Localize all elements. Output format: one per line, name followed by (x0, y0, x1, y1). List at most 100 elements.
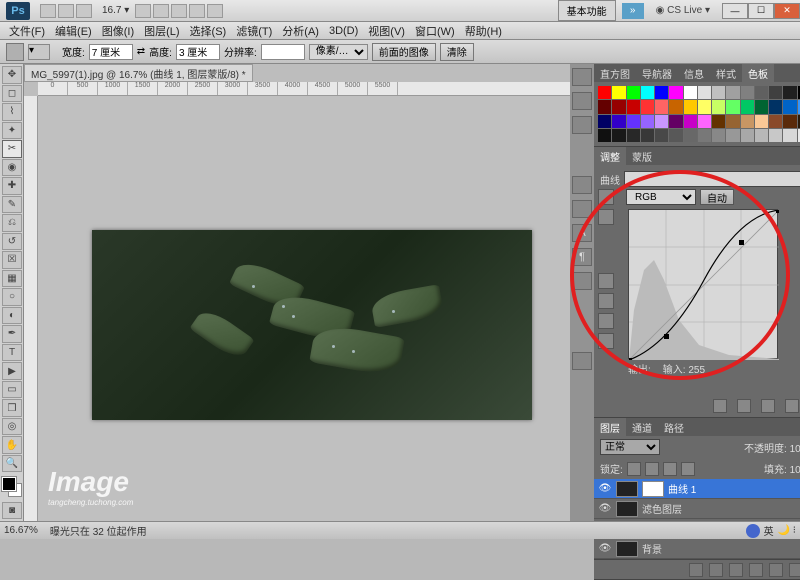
curves-targeted-adjust-icon[interactable] (598, 333, 614, 349)
blend-mode-select[interactable]: 正常 (600, 439, 660, 455)
swatch[interactable] (755, 115, 768, 128)
cslive-button[interactable]: ◉ CS Live ▾ (650, 3, 716, 18)
menu-layer[interactable]: 图层(L) (139, 23, 184, 39)
swatch[interactable] (712, 115, 725, 128)
swatch[interactable] (669, 100, 682, 113)
healing-brush-tool[interactable]: ✚ (2, 177, 22, 195)
swap-dims-icon[interactable]: ⇄ (137, 46, 145, 57)
tab-adjustments[interactable]: 调整 (594, 147, 626, 165)
screen-mode-icon[interactable] (207, 4, 223, 18)
swatch[interactable] (712, 129, 725, 142)
view-extras-icon[interactable] (76, 4, 92, 18)
swatch[interactable] (698, 115, 711, 128)
dock-icon-8[interactable] (572, 272, 592, 290)
dock-icon-1[interactable] (572, 68, 592, 86)
tab-swatches[interactable]: 色板 (742, 64, 774, 82)
width-input[interactable] (89, 44, 133, 60)
swatch[interactable] (684, 115, 697, 128)
menu-view[interactable]: 视图(V) (363, 23, 410, 39)
swatch[interactable] (741, 86, 754, 99)
dock-icon-5[interactable] (572, 200, 592, 218)
reset-icon[interactable] (785, 399, 799, 413)
layer-thumb[interactable] (616, 481, 638, 497)
clone-stamp-tool[interactable]: ⎌ (2, 214, 22, 232)
layer-mask-icon[interactable] (729, 563, 743, 577)
swatch[interactable] (669, 129, 682, 142)
swatch[interactable] (612, 86, 625, 99)
swatch[interactable] (726, 115, 739, 128)
new-group-icon[interactable] (769, 563, 783, 577)
eyedropper-tool[interactable]: ◉ (2, 159, 22, 177)
swatch[interactable] (641, 86, 654, 99)
swatch[interactable] (726, 129, 739, 142)
swatch[interactable] (726, 86, 739, 99)
menu-edit[interactable]: 编辑(E) (50, 23, 97, 39)
tab-info[interactable]: 信息 (678, 64, 710, 82)
menu-select[interactable]: 选择(S) (185, 23, 232, 39)
swatch[interactable] (612, 115, 625, 128)
swatch[interactable] (684, 86, 697, 99)
swatch[interactable] (783, 115, 796, 128)
tab-layers[interactable]: 图层 (594, 418, 626, 436)
tab-histogram[interactable]: 直方图 (594, 64, 636, 82)
layer-thumb[interactable] (616, 541, 638, 557)
workspace-switcher[interactable]: 基本功能 (558, 0, 616, 21)
curves-draw-mode-icon[interactable] (598, 209, 614, 225)
new-adjustment-icon[interactable] (749, 563, 763, 577)
brush-tool[interactable]: ✎ (2, 196, 22, 214)
toggle-visibility-icon[interactable] (737, 399, 751, 413)
curves-eyedropper-gray-icon[interactable] (598, 293, 614, 309)
swatch[interactable] (641, 115, 654, 128)
swatch[interactable] (741, 100, 754, 113)
minimize-button[interactable]: — (722, 3, 748, 19)
tab-channels[interactable]: 通道 (626, 418, 658, 436)
swatch[interactable] (641, 100, 654, 113)
curves-eyedropper-white-icon[interactable] (598, 313, 614, 329)
layer-thumb[interactable] (616, 501, 638, 517)
swatch[interactable] (641, 129, 654, 142)
tab-paths[interactable]: 路径 (658, 418, 690, 436)
move-tool[interactable]: ✥ (2, 66, 22, 84)
swatch[interactable] (712, 86, 725, 99)
tab-masks[interactable]: 蒙版 (626, 147, 658, 165)
view-previous-icon[interactable] (761, 399, 775, 413)
dock-icon-3[interactable] (572, 116, 592, 134)
dock-paragraph-icon[interactable]: ¶ (572, 248, 592, 266)
swatch[interactable] (598, 115, 611, 128)
menu-analysis[interactable]: 分析(A) (277, 23, 324, 39)
new-layer-icon[interactable] (789, 563, 800, 577)
link-layers-icon[interactable] (689, 563, 703, 577)
curves-graph[interactable] (628, 209, 778, 359)
color-picker[interactable] (2, 477, 22, 500)
image-canvas[interactable] (92, 230, 532, 420)
swatch[interactable] (783, 86, 796, 99)
3d-tool[interactable]: ❒ (2, 399, 22, 417)
gradient-tool[interactable]: ▦ (2, 270, 22, 288)
hand-icon[interactable] (135, 4, 151, 18)
menu-window[interactable]: 窗口(W) (410, 23, 460, 39)
type-tool[interactable]: T (2, 344, 22, 362)
crop-tool[interactable]: ✂ (2, 140, 22, 158)
marquee-tool[interactable]: ◻ (2, 85, 22, 103)
swatch[interactable] (755, 100, 768, 113)
layer-style-icon[interactable] (709, 563, 723, 577)
swatch[interactable] (684, 129, 697, 142)
hand-tool[interactable]: ✋ (2, 436, 22, 454)
document-tab[interactable]: MG_5997(1).jpg @ 16.7% (曲线 1, 图层蒙版/8) * (24, 64, 253, 82)
swatch[interactable] (598, 100, 611, 113)
path-select-tool[interactable]: ▶ (2, 362, 22, 380)
curves-point-mode-icon[interactable] (598, 189, 614, 205)
menu-help[interactable]: 帮助(H) (460, 23, 507, 39)
ruler-vertical[interactable] (24, 96, 38, 521)
visibility-eye-icon[interactable]: 👁 (598, 543, 612, 554)
layer-name[interactable]: 背景 (642, 541, 662, 556)
swatch[interactable] (698, 100, 711, 113)
curves-auto-button[interactable]: 自动 (700, 189, 734, 205)
curves-channel-select[interactable]: RGB (626, 189, 696, 205)
expand-panels-icon[interactable]: » (622, 3, 644, 19)
layer-row[interactable]: 👁滤色图层 (594, 499, 800, 519)
magic-wand-tool[interactable]: ✦ (2, 122, 22, 140)
maximize-button[interactable]: ☐ (748, 3, 774, 19)
dodge-tool[interactable]: ◐ (2, 307, 22, 325)
curves-preset-select[interactable] (624, 171, 800, 187)
